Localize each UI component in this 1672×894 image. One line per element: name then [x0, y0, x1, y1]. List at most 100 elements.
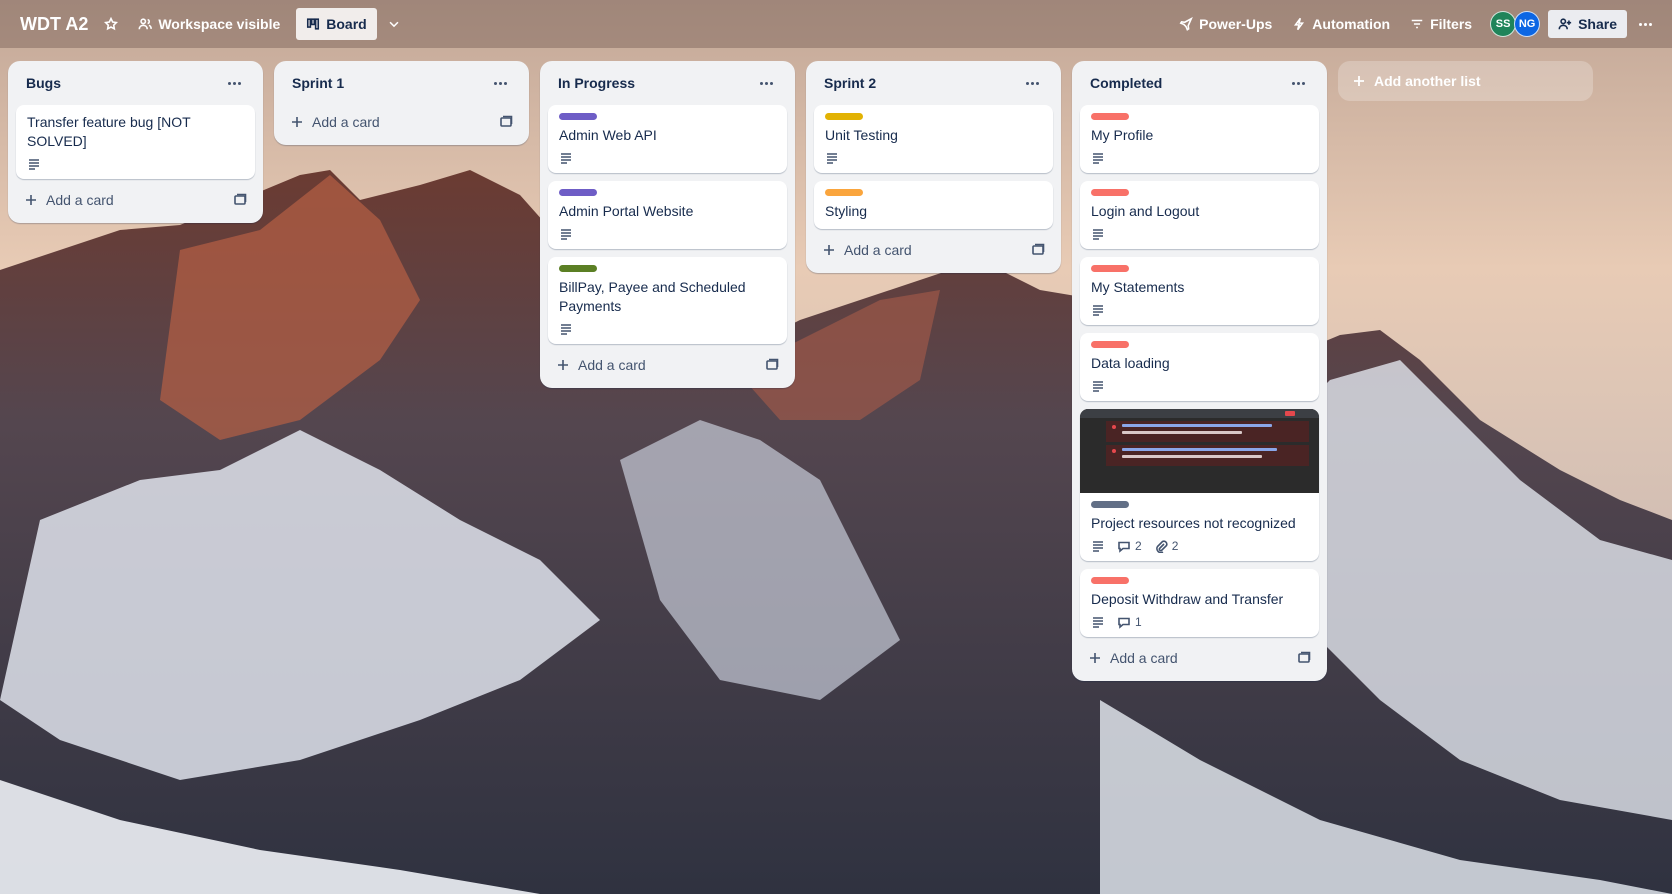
card-label[interactable]	[825, 189, 863, 196]
list-menu-button[interactable]	[1288, 78, 1309, 89]
card-label[interactable]	[1091, 189, 1129, 196]
comments-badge: 2	[1117, 539, 1142, 553]
card[interactable]: Admin Portal Website	[548, 181, 787, 249]
filter-icon	[1411, 19, 1423, 29]
card[interactable]: Data loading	[1080, 333, 1319, 401]
card-badges: 2 2	[1091, 539, 1308, 553]
list-menu-button[interactable]	[490, 78, 511, 89]
avatar[interactable]: NG	[1514, 11, 1541, 37]
add-list-button[interactable]: Add another list	[1338, 61, 1593, 101]
visibility-button[interactable]: Workspace visible	[128, 8, 290, 40]
list-title[interactable]: In Progress	[558, 75, 635, 91]
lightning-icon	[1294, 17, 1305, 31]
list-completed: Completed My Profile Login and Logout My…	[1072, 61, 1327, 681]
list-title[interactable]: Bugs	[26, 75, 61, 91]
description-icon	[561, 324, 571, 335]
plus-icon	[1354, 76, 1364, 86]
board-view-button[interactable]: Board	[296, 8, 377, 40]
template-icon[interactable]	[1297, 651, 1311, 665]
board-icon	[307, 18, 320, 30]
list-menu-button[interactable]	[1022, 78, 1043, 89]
card-label[interactable]	[559, 265, 597, 272]
card[interactable]: Deposit Withdraw and Transfer 1	[1080, 569, 1319, 637]
add-card-button[interactable]: Add a card	[16, 183, 255, 217]
comment-icon	[1118, 617, 1130, 629]
description-icon	[29, 159, 39, 170]
card-cover-image	[1080, 409, 1319, 493]
card-label[interactable]	[1091, 341, 1129, 348]
board-menu-button[interactable]	[1629, 8, 1662, 40]
card[interactable]: My Statements	[1080, 257, 1319, 325]
card[interactable]: Styling	[814, 181, 1053, 229]
card-title: Deposit Withdraw and Transfer	[1091, 591, 1284, 607]
comments-badge: 1	[1117, 615, 1142, 629]
card-label[interactable]	[1091, 265, 1129, 272]
add-card-button[interactable]: Add a card	[1080, 641, 1319, 675]
add-card-button[interactable]: Add a card	[282, 105, 521, 139]
card[interactable]: Unit Testing	[814, 105, 1053, 173]
card-label[interactable]	[559, 113, 597, 120]
share-label: Share	[1578, 16, 1617, 32]
automation-label: Automation	[1312, 16, 1391, 32]
people-icon	[138, 18, 153, 30]
visibility-label: Workspace visible	[158, 16, 281, 32]
card-label[interactable]	[1091, 577, 1129, 584]
description-icon	[561, 229, 571, 240]
description-icon	[1093, 305, 1103, 316]
card[interactable]: Admin Web API	[548, 105, 787, 173]
description-icon	[1093, 617, 1103, 628]
template-icon[interactable]	[765, 358, 779, 372]
card-label[interactable]	[1091, 113, 1129, 120]
card-label[interactable]	[825, 113, 863, 120]
add-card-button[interactable]: Add a card	[814, 233, 1053, 267]
card[interactable]: Transfer feature bug [NOT SOLVED]	[16, 105, 255, 179]
card-title: Transfer feature bug [NOT SOLVED]	[27, 114, 191, 149]
list-menu-button[interactable]	[756, 78, 777, 89]
description-icon	[561, 153, 571, 164]
board-canvas: Bugs Transfer feature bug [NOT SOLVED] A…	[0, 48, 1672, 894]
description-icon	[1093, 381, 1103, 392]
template-icon[interactable]	[233, 193, 247, 207]
member-avatars: SS NG	[1490, 11, 1541, 37]
card[interactable]: Project resources not recognized 2 2	[1080, 409, 1319, 561]
card-title: Project resources not recognized	[1091, 515, 1296, 531]
star-icon	[104, 17, 119, 31]
power-ups-button[interactable]: Power-Ups	[1169, 8, 1282, 40]
board-title[interactable]: WDT A2	[20, 14, 88, 35]
card[interactable]: My Profile	[1080, 105, 1319, 173]
add-card-label: Add a card	[844, 242, 912, 258]
card-badges	[27, 157, 244, 171]
plus-icon	[1090, 653, 1100, 663]
list-menu-button[interactable]	[224, 78, 245, 89]
list-title[interactable]: Completed	[1090, 75, 1162, 91]
more-icon	[1639, 22, 1652, 26]
plus-icon	[558, 360, 568, 370]
description-icon	[1093, 153, 1103, 164]
rocket-icon	[1179, 17, 1194, 31]
comment-icon	[1118, 541, 1130, 553]
add-card-label: Add a card	[46, 192, 114, 208]
card-title: Data loading	[1091, 355, 1170, 371]
share-button[interactable]: Share	[1548, 10, 1627, 38]
list-title[interactable]: Sprint 2	[824, 75, 876, 91]
plus-icon	[292, 117, 302, 127]
card[interactable]: Login and Logout	[1080, 181, 1319, 249]
add-card-button[interactable]: Add a card	[548, 348, 787, 382]
card-label[interactable]	[559, 189, 597, 196]
list-header: Completed	[1072, 61, 1327, 105]
list-bugs: Bugs Transfer feature bug [NOT SOLVED] A…	[8, 61, 263, 223]
template-icon[interactable]	[1031, 243, 1045, 257]
star-button[interactable]	[94, 8, 128, 40]
person-add-icon	[1558, 18, 1572, 30]
filters-button[interactable]: Filters	[1400, 8, 1482, 40]
views-dropdown-button[interactable]	[377, 8, 411, 40]
card[interactable]: BillPay, Payee and Scheduled Payments	[548, 257, 787, 344]
automation-button[interactable]: Automation	[1282, 8, 1400, 40]
avatar[interactable]: SS	[1490, 11, 1517, 37]
list-title[interactable]: Sprint 1	[292, 75, 344, 91]
template-icon[interactable]	[499, 115, 513, 129]
plus-icon	[824, 245, 834, 255]
attachments-badge: 2	[1154, 539, 1178, 553]
card-title: Admin Portal Website	[559, 203, 694, 219]
card-label[interactable]	[1091, 501, 1129, 508]
